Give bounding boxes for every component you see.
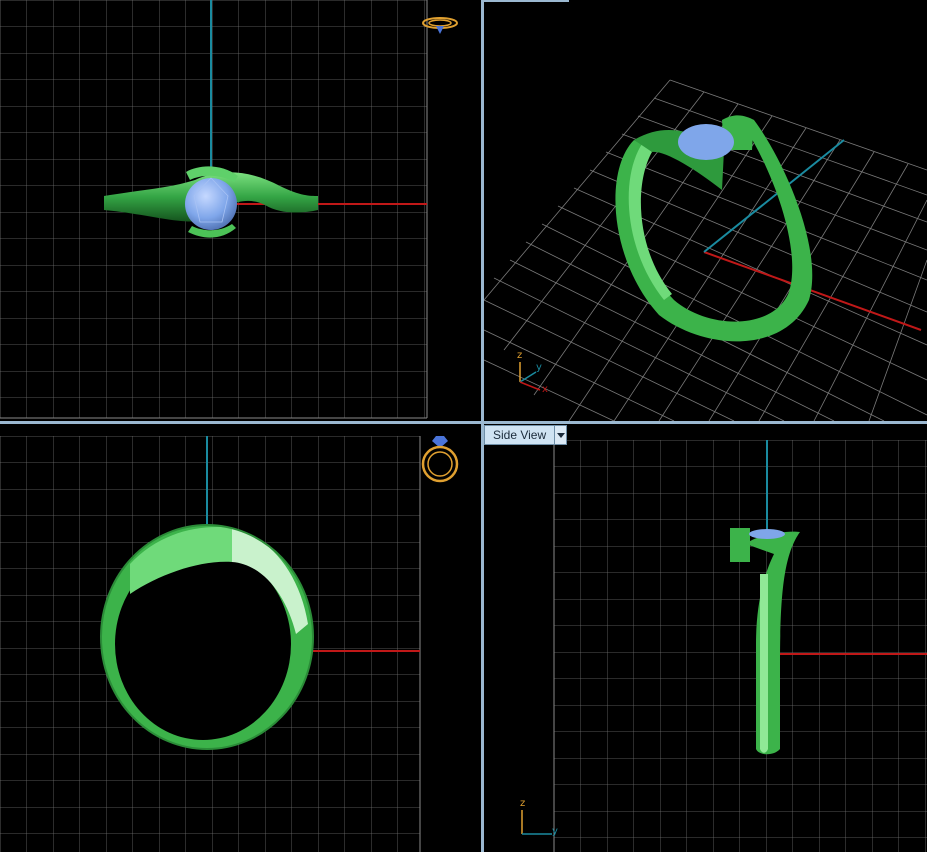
gemstone — [678, 124, 734, 160]
top-view-canvas — [0, 0, 428, 419]
grid — [554, 440, 927, 852]
front-view-canvas — [0, 436, 421, 852]
viewport-splitter-horizontal[interactable] — [0, 421, 927, 424]
view-selector-label: Side View — [493, 428, 547, 442]
perspective-viewport[interactable]: z y x — [484, 0, 927, 421]
axis-triad: z y x — [514, 350, 564, 400]
side-view-canvas — [553, 440, 927, 852]
view-selector-dropdown[interactable]: Side View — [484, 425, 568, 445]
gemstone — [749, 529, 785, 539]
y-axis-label: y — [552, 826, 558, 837]
x-axis-label: x — [542, 384, 548, 395]
ring-model[interactable] — [100, 524, 314, 750]
z-axis-label: z — [517, 350, 523, 361]
viewport-splitter-vertical[interactable] — [481, 0, 484, 852]
axis-triad: z y — [516, 796, 566, 846]
y-axis-label: y — [536, 362, 542, 373]
side-viewport[interactable]: Side View z y — [484, 424, 927, 852]
front-viewport[interactable] — [0, 424, 481, 852]
chevron-down-icon[interactable] — [554, 426, 567, 444]
top-viewport[interactable] — [0, 0, 481, 421]
z-axis-label: z — [520, 798, 526, 809]
